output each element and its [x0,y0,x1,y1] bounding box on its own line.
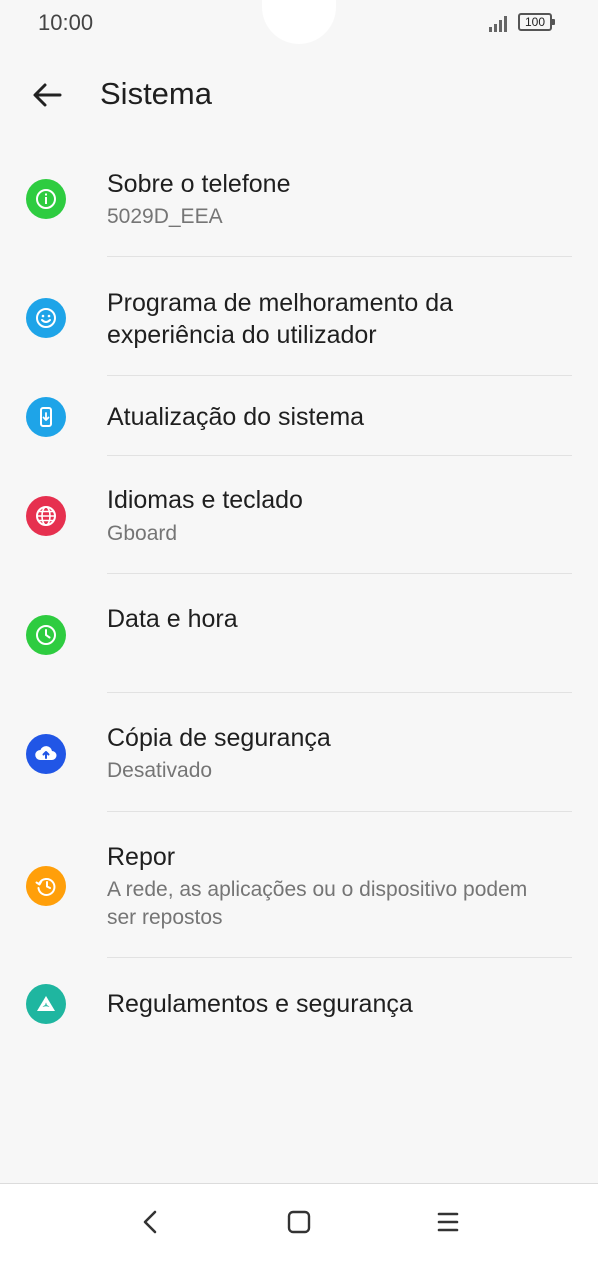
list-item-backup[interactable]: Cópia de segurança Desativado [0,693,598,812]
list-item-regulatory-safety[interactable]: Regulamentos e segurança [0,958,598,1048]
list-item-experience-program[interactable]: Programa de melhoramento da experiência … [0,257,598,376]
item-title: Cópia de segurança [107,724,331,752]
nav-home-button[interactable] [279,1202,319,1242]
clock-icon [26,615,66,655]
item-title: Atualização do sistema [107,403,365,431]
list-item-reset[interactable]: Repor A rede, as aplicações ou o disposi… [0,812,598,958]
restore-icon [26,866,66,906]
item-title: Programa de melhoramento da experiência … [107,289,454,349]
item-subtitle: A rede, as aplicações ou o dispositivo p… [107,878,528,929]
nav-recents-button[interactable] [428,1202,468,1242]
settings-list: Sobre o telefone 5029D_EEA Programa de m… [0,136,598,1048]
globe-icon [26,496,66,536]
arrow-left-icon [33,83,62,107]
list-item-system-update[interactable]: Atualização do sistema [0,376,598,456]
battery-icon: 100 [518,13,555,31]
menu-icon [437,1212,459,1232]
back-button[interactable] [24,72,70,118]
nav-back-button[interactable] [130,1202,170,1242]
smiley-icon [26,298,66,338]
item-title: Sobre o telefone [107,170,291,198]
regulatory-icon [26,984,66,1024]
cloud-upload-icon [26,734,66,774]
item-title: Idiomas e teclado [107,486,303,514]
system-update-icon [26,397,66,437]
item-subtitle: 5029D_EEA [107,205,223,228]
camera-notch [262,0,336,44]
signal-icon [488,16,510,37]
list-item-about-phone[interactable]: Sobre o telefone 5029D_EEA [0,136,598,257]
list-item-date-time[interactable]: Data e hora [0,574,598,693]
status-time: 10:00 [38,10,94,35]
navigation-bar [0,1183,598,1263]
item-title: Data e hora [107,605,238,633]
page-title: Sistema [100,76,212,111]
info-icon [26,179,66,219]
item-subtitle: Desativado [107,759,213,782]
status-bar: 10:00 100 [0,0,598,48]
item-title: Regulamentos e segurança [107,990,413,1018]
item-title: Repor [107,843,176,871]
app-bar: Sistema [0,60,598,130]
list-item-languages-keyboard[interactable]: Idiomas e teclado Gboard [0,456,598,574]
square-icon [287,1210,311,1234]
chevron-left-icon [143,1210,157,1234]
item-subtitle: Gboard [107,522,178,545]
